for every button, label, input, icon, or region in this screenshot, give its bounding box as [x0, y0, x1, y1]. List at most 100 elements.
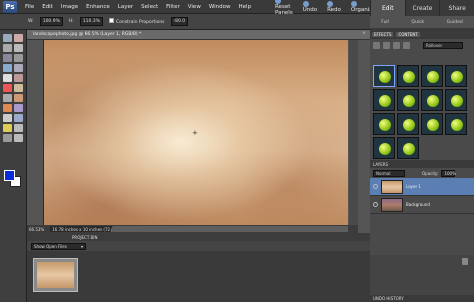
blend-mode-dropdown[interactable]: Normal — [373, 169, 405, 177]
menu-filter[interactable]: Filter — [166, 4, 180, 10]
photo-effects-icon[interactable] — [393, 41, 400, 49]
effect-thumbnail[interactable] — [445, 65, 467, 87]
crop-tool-icon[interactable] — [14, 74, 23, 82]
menu-image[interactable]: Image — [61, 4, 78, 10]
effect-thumbnail[interactable] — [445, 89, 467, 111]
quick-bar: Reset Panels Undo Redo Organizer — [275, 0, 378, 16]
effect-thumbnail[interactable] — [373, 89, 395, 111]
tab-share[interactable]: Share — [439, 0, 474, 16]
eyedropper-tool-icon[interactable] — [14, 44, 23, 52]
height-label: H: — [68, 19, 74, 24]
menu-select[interactable]: Select — [141, 4, 158, 10]
menu-file[interactable]: File — [25, 4, 34, 10]
undo-icon — [302, 0, 309, 7]
move-tool-icon[interactable] — [3, 34, 12, 42]
layers-header: LAYERS — [370, 160, 474, 168]
mode-tabs: Edit Create Share Full Quick Guided — [370, 0, 474, 30]
filters-icon[interactable] — [373, 41, 380, 49]
effects-category-dropdown[interactable]: Rollover — [423, 41, 463, 49]
trash-icon[interactable] — [462, 258, 468, 265]
chevron-down-icon: ▾ — [80, 243, 83, 249]
hand-tool-icon[interactable] — [3, 44, 12, 52]
redo-button[interactable]: Redo — [327, 0, 341, 13]
selection-brush-icon[interactable] — [14, 64, 23, 72]
layer-styles-icon[interactable] — [383, 41, 390, 49]
paint-bucket-icon[interactable] — [3, 114, 12, 122]
brush-tool-icon[interactable] — [3, 104, 12, 112]
lasso-tool-icon[interactable] — [14, 54, 23, 62]
effect-thumbnail[interactable] — [397, 137, 419, 159]
width-field[interactable]: 100.9% — [39, 17, 63, 26]
rotate-center-icon[interactable]: + — [192, 130, 198, 137]
shape-tool-icon[interactable] — [3, 124, 12, 132]
visibility-eye-icon[interactable] — [373, 184, 378, 189]
blur-tool-icon[interactable] — [14, 124, 23, 132]
sponge-tool-icon[interactable] — [3, 134, 12, 142]
red-eye-tool-icon[interactable] — [3, 84, 12, 92]
effects-category-label: Rollover — [426, 42, 443, 48]
menu-view[interactable]: View — [188, 4, 201, 10]
blend-mode-label: Normal — [376, 170, 391, 176]
effect-thumbnail[interactable] — [421, 65, 443, 87]
undo-history-header[interactable]: UNDO HISTORY — [370, 295, 474, 302]
menu-enhance[interactable]: Enhance — [86, 4, 110, 10]
opacity-field[interactable]: 100% — [441, 169, 456, 177]
layer-row[interactable]: Layer 1 — [370, 178, 474, 196]
zoom-level: 66.53% — [29, 226, 45, 232]
menu-layer[interactable]: Layer — [118, 4, 133, 10]
horizontal-scrollbar[interactable] — [112, 226, 348, 232]
project-thumbnail[interactable] — [33, 258, 78, 292]
effect-thumbnail[interactable] — [421, 113, 443, 135]
zoom-tool-icon[interactable] — [14, 34, 23, 42]
height-field[interactable]: 110.3% — [79, 17, 103, 26]
gradient-tool-icon[interactable] — [14, 114, 23, 122]
tab-create[interactable]: Create — [404, 0, 440, 16]
tab-content[interactable]: CONTENT — [396, 32, 420, 37]
effect-thumbnail[interactable] — [397, 113, 419, 135]
effects-toolbar: Rollover — [370, 39, 474, 51]
effects-tabs: EFFECTS CONTENT — [370, 30, 474, 39]
vertical-scrollbar[interactable] — [349, 40, 358, 225]
clone-stamp-icon[interactable] — [3, 94, 12, 102]
smart-brush-icon[interactable] — [14, 104, 23, 112]
marquee-tool-icon[interactable] — [3, 54, 12, 62]
close-document-icon[interactable]: × — [362, 31, 366, 36]
effect-thumbnail[interactable] — [373, 65, 395, 87]
menu-window[interactable]: Window — [209, 4, 231, 10]
document-info[interactable]: 16.78 inches x 10 inches (72 ppi) — [50, 226, 122, 232]
project-bin-header: PROJECT BIN — [27, 233, 370, 241]
undo-button[interactable]: Undo — [302, 0, 317, 13]
effect-thumbnail[interactable] — [445, 113, 467, 135]
foreground-color-swatch[interactable] — [4, 170, 15, 181]
effect-thumbnail[interactable] — [421, 89, 443, 111]
layers-panel: LAYERS Normal Opacity: 100% Layer 1 Back… — [370, 160, 474, 255]
healing-brush-icon[interactable] — [14, 84, 23, 92]
show-files-dropdown[interactable]: Show Open Files ▾ — [31, 242, 86, 250]
layer-thumbnail — [381, 197, 403, 212]
menu-list: File Edit Image Enhance Layer Select Fil… — [25, 4, 251, 10]
effect-thumbnail[interactable] — [373, 137, 395, 159]
subtab-guided[interactable]: Guided — [447, 20, 463, 25]
project-bin-toolbar: Show Open Files ▾ — [27, 241, 370, 251]
subtab-quick[interactable]: Quick — [411, 20, 424, 25]
menu-edit[interactable]: Edit — [42, 4, 53, 10]
layer-row[interactable]: Background — [370, 196, 474, 214]
effect-thumbnail[interactable] — [397, 65, 419, 87]
eraser-tool-icon[interactable] — [14, 94, 23, 102]
tab-effects[interactable]: EFFECTS — [372, 32, 394, 37]
magic-wand-tool-icon[interactable] — [3, 64, 12, 72]
visibility-eye-icon[interactable] — [373, 202, 378, 207]
tab-edit[interactable]: Edit — [370, 0, 405, 16]
menu-bar: Ps File Edit Image Enhance Layer Select … — [0, 0, 378, 16]
layers-toolbar: Normal Opacity: 100% — [370, 168, 474, 178]
constrain-checkbox[interactable]: Constrain Proportions — [108, 18, 165, 25]
straighten-tool-icon[interactable] — [14, 134, 23, 142]
all-effects-icon[interactable] — [403, 41, 410, 49]
layer-thumbnail — [381, 179, 403, 194]
subtab-full[interactable]: Full — [381, 20, 389, 25]
effect-thumbnail[interactable] — [373, 113, 395, 135]
type-tool-icon[interactable] — [3, 74, 12, 82]
menu-help[interactable]: Help — [239, 4, 252, 10]
effect-thumbnail[interactable] — [397, 89, 419, 111]
angle-field[interactable]: -80.0 — [170, 17, 189, 26]
